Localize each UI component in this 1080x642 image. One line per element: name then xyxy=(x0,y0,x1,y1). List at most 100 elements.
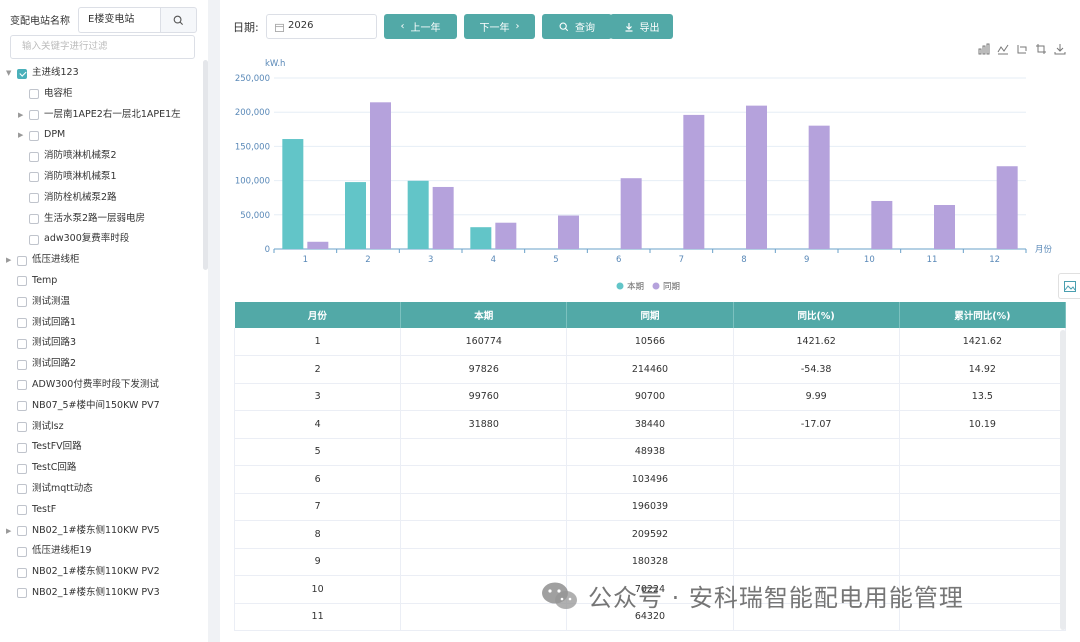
tree-node[interactable]: ▶ 一层南1APE2右一层北1APE1左 xyxy=(0,105,204,126)
tree-node[interactable]: TestFV回路 xyxy=(0,437,204,458)
tree-node-checkbox[interactable] xyxy=(29,130,39,141)
tree-node[interactable]: adw300复费率时段 xyxy=(0,229,204,250)
caret-down-icon[interactable]: ▼ xyxy=(6,63,11,84)
y-tick-label: 150,000 xyxy=(235,142,270,152)
tree-node-checkbox[interactable] xyxy=(29,110,39,121)
table-cell: 103496 xyxy=(566,465,734,494)
tree-node-checkbox[interactable] xyxy=(17,546,27,557)
tree-node-checkbox[interactable] xyxy=(17,318,27,329)
tree-node-label: 生活水泵2路一层弱电房 xyxy=(44,212,146,224)
side-float-tab[interactable] xyxy=(1058,273,1080,299)
tree-node[interactable]: 低压进线柜19 xyxy=(0,541,204,562)
column-header[interactable]: 同期 xyxy=(566,302,734,328)
tree-node-checkbox[interactable] xyxy=(17,422,27,433)
column-header[interactable]: 同比(%) xyxy=(733,302,900,328)
tree-node-checkbox[interactable] xyxy=(29,193,39,204)
tree-node-checkbox[interactable] xyxy=(17,505,27,516)
query-button[interactable]: 查询 xyxy=(542,14,612,39)
tree-node-checkbox[interactable] xyxy=(17,526,27,537)
tree-node-label: 测试回路1 xyxy=(32,316,77,328)
table-cell xyxy=(733,438,900,466)
tree-node-checkbox[interactable] xyxy=(29,151,39,162)
tree-node-checkbox[interactable] xyxy=(17,359,27,370)
tree-node[interactable]: ▶ DPM xyxy=(0,125,204,146)
caret-right-icon[interactable]: ▶ xyxy=(6,250,11,271)
tree-node-label: NB07_5#楼中间150KW PV7 xyxy=(32,399,160,411)
tree-filter-input[interactable]: 输入关键字进行过滤 xyxy=(10,35,195,59)
tree-node-checkbox[interactable] xyxy=(29,172,39,183)
x-tick-label: 5 xyxy=(553,255,558,265)
tree-node[interactable]: TestC回路 xyxy=(0,458,204,479)
x-tick-label: 12 xyxy=(989,255,1000,265)
tree-node-checkbox[interactable] xyxy=(17,567,27,578)
caret-right-icon[interactable]: ▶ xyxy=(18,125,23,146)
column-header[interactable]: 累计同比(%) xyxy=(899,302,1067,328)
tree-node-checkbox[interactable] xyxy=(17,68,27,79)
column-header[interactable]: 月份 xyxy=(234,302,402,328)
table-row: 6 103496 xyxy=(233,465,1067,494)
tree-node[interactable]: ADW300付费率时段下发测试 xyxy=(0,375,204,396)
table-cell: 180328 xyxy=(566,548,734,576)
table-cell xyxy=(400,493,568,521)
tree-node-label: DPM xyxy=(44,129,66,141)
tree-node-checkbox[interactable] xyxy=(17,255,27,266)
tree-node[interactable]: NB02_1#楼东侧110KW PV2 xyxy=(0,562,204,583)
bar-last-year xyxy=(808,125,830,249)
table-cell: 97826 xyxy=(400,355,568,384)
tree-node-checkbox[interactable] xyxy=(17,401,27,412)
tree-node-checkbox[interactable] xyxy=(17,338,27,349)
table-cell: 1 xyxy=(233,328,402,356)
tree-node-checkbox[interactable] xyxy=(29,89,39,100)
tree-node-checkbox[interactable] xyxy=(17,380,27,391)
export-button[interactable]: 导出 xyxy=(610,14,673,39)
tree-node-checkbox[interactable] xyxy=(29,234,39,245)
column-header[interactable]: 本期 xyxy=(400,302,568,328)
sidebar-scrollbar[interactable] xyxy=(203,60,208,270)
tree-node-label: 低压进线柜19 xyxy=(32,545,92,557)
tree-node[interactable]: 测试mqtt动态 xyxy=(0,479,204,500)
prev-year-button[interactable]: ‹ 上一年 xyxy=(384,14,457,39)
tree-node[interactable]: 电容柜 xyxy=(0,84,204,105)
tree-node[interactable]: ▼ 主进线123 xyxy=(0,63,204,84)
tree-node-checkbox[interactable] xyxy=(17,463,27,474)
y-tick-label: 50,000 xyxy=(240,211,270,221)
tree-node-checkbox[interactable] xyxy=(29,214,39,225)
tree-node[interactable]: ▶ 低压进线柜 xyxy=(0,250,204,271)
tree-node[interactable]: NB02_1#楼东侧110KW PV3 xyxy=(0,583,204,604)
tree-node[interactable]: 消防喷淋机械泵1 xyxy=(0,167,204,188)
tree-node[interactable]: ▶ NB02_1#楼东侧110KW PV5 xyxy=(0,521,204,542)
table-cell: -17.07 xyxy=(733,410,900,439)
tree-node-checkbox[interactable] xyxy=(17,484,27,495)
tree-node-label: 一层南1APE2右一层北1APE1左 xyxy=(44,108,181,120)
tree-node-checkbox[interactable] xyxy=(17,588,27,599)
next-year-button[interactable]: 下一年 › xyxy=(464,14,535,39)
tree-node[interactable]: 测试回路3 xyxy=(0,333,204,354)
tree-node[interactable]: 测试测温 xyxy=(0,292,204,313)
table-cell xyxy=(733,493,900,521)
x-tick-label: 3 xyxy=(428,255,433,265)
caret-right-icon[interactable]: ▶ xyxy=(18,105,23,126)
x-tick-label: 1 xyxy=(303,255,308,265)
legend-marker xyxy=(616,282,624,290)
tree-node[interactable]: 生活水泵2路一层弱电房 xyxy=(0,209,204,230)
tree-node[interactable]: 消防喷淋机械泵2 xyxy=(0,146,204,167)
tree-node[interactable]: NB07_5#楼中间150KW PV7 xyxy=(0,396,204,417)
tree-node[interactable]: 消防栓机械泵2路 xyxy=(0,188,204,209)
station-input[interactable]: E楼变电站 xyxy=(78,7,160,33)
tree-node-label: 消防喷淋机械泵2 xyxy=(44,150,117,162)
tree-node-checkbox[interactable] xyxy=(17,442,27,453)
tree-node[interactable]: 测试回路2 xyxy=(0,354,204,375)
tree-node-checkbox[interactable] xyxy=(17,297,27,308)
tree-node[interactable]: Temp xyxy=(0,271,204,292)
tree-node[interactable]: TestF xyxy=(0,500,204,521)
tree-node[interactable]: 测试lsz xyxy=(0,417,204,438)
x-tick-label: 6 xyxy=(616,255,621,265)
year-picker[interactable]: 2026 xyxy=(266,14,377,39)
table-scrollbar[interactable] xyxy=(1060,330,1066,630)
caret-right-icon[interactable]: ▶ xyxy=(6,521,11,542)
x-axis-label: 月份 xyxy=(1035,244,1053,255)
tree-node[interactable]: 测试回路1 xyxy=(0,313,204,334)
table-cell: 13.5 xyxy=(899,383,1067,411)
tree-node-checkbox[interactable] xyxy=(17,276,27,287)
station-search-button[interactable] xyxy=(160,7,197,33)
